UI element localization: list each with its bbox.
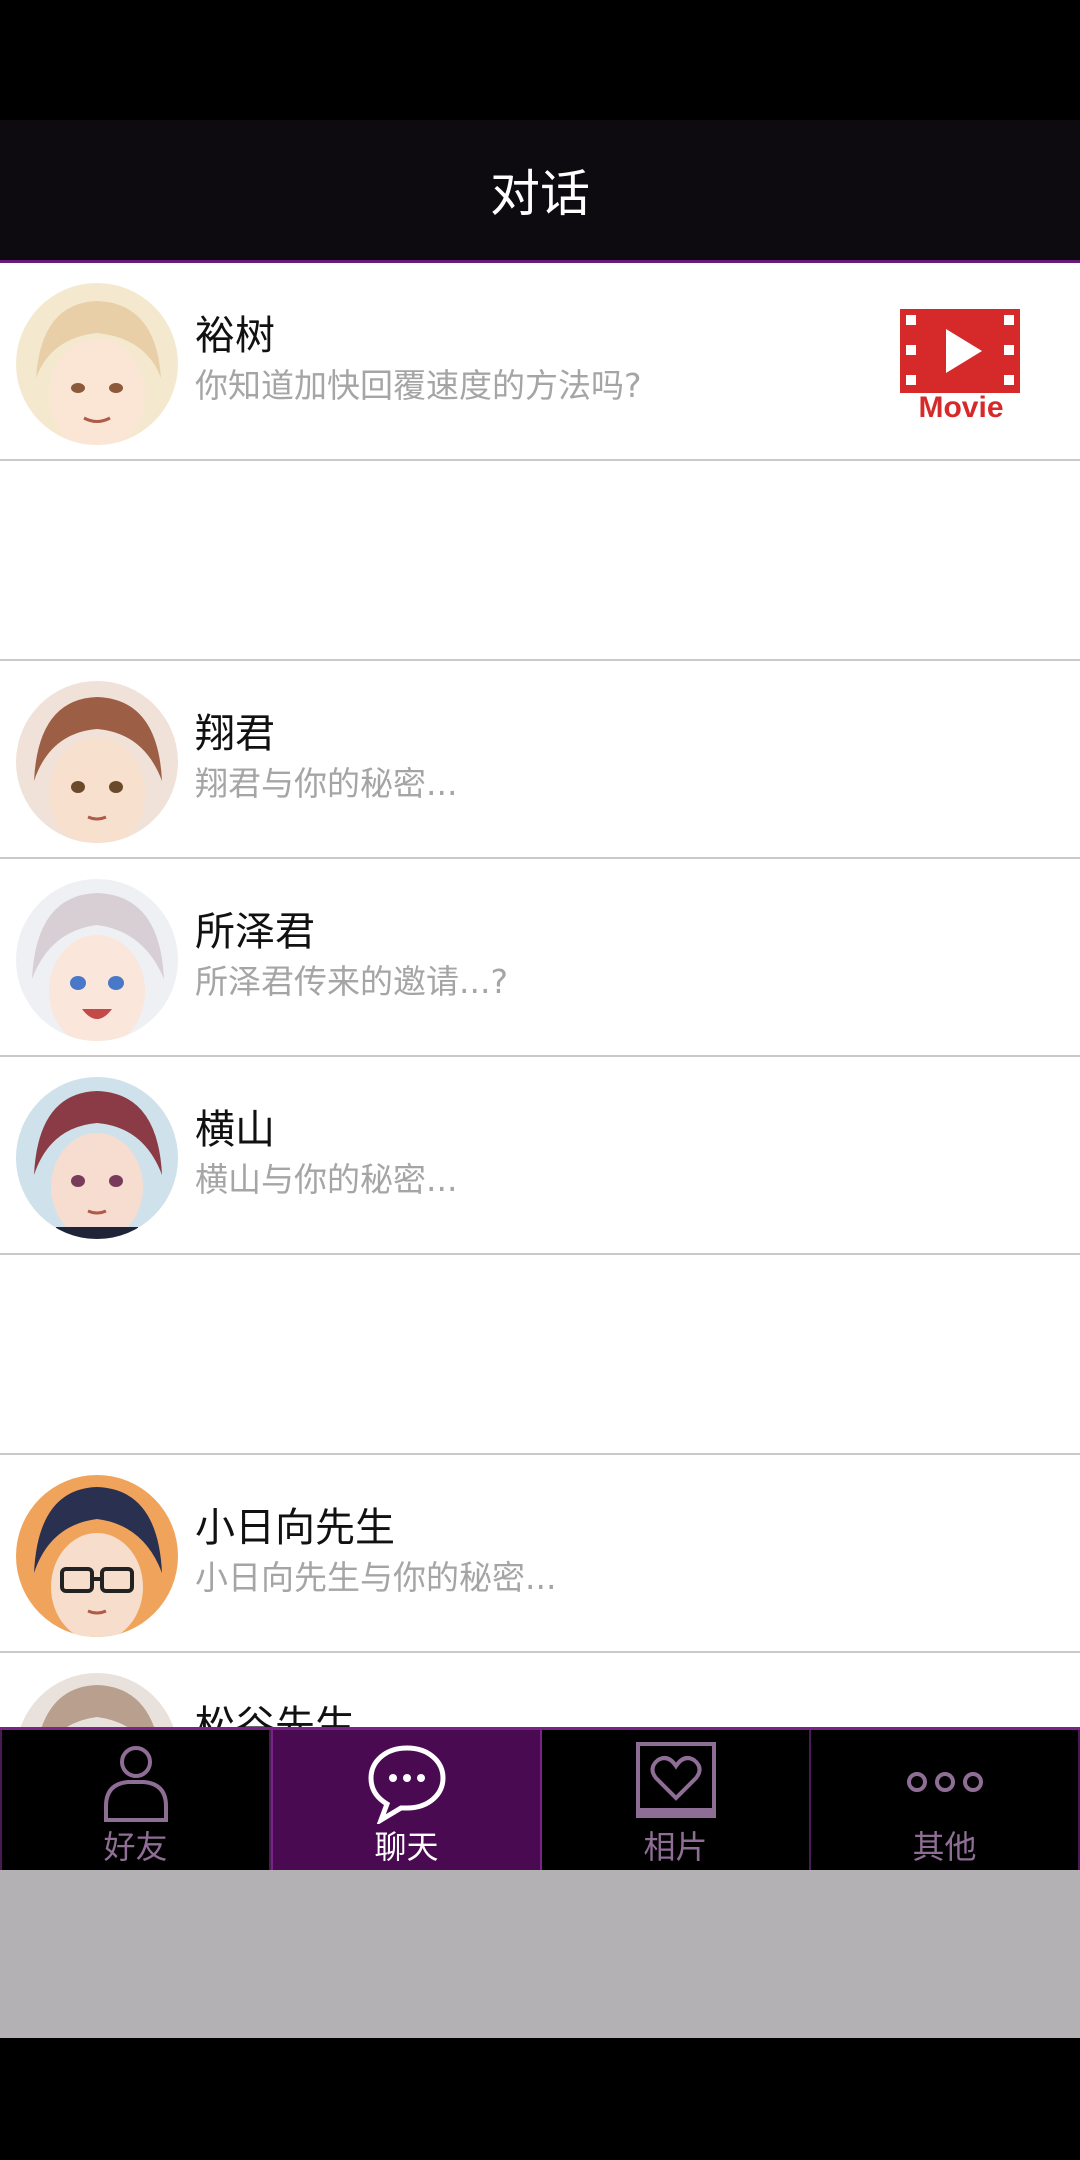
chat-row[interactable]: 横山 横山与你的秘密... [0,1057,1080,1255]
chat-name: 横山 [195,1107,275,1153]
chat-name: 所泽君 [195,909,315,955]
chat-preview: 翔君与你的秘密... [195,764,458,803]
avatar [16,681,178,843]
tab-more[interactable]: 其他 [811,1730,1080,1873]
tab-label: 聊天 [374,1828,439,1866]
chat-bubble-icon [367,1745,446,1824]
more-dots-icon [906,1772,983,1792]
tab-chat[interactable]: 聊天 [271,1730,542,1873]
avatar [16,1077,178,1239]
header: 对话 [0,120,1080,263]
movie-label: Movie [918,391,1004,424]
avatar [16,1475,178,1637]
ad-banner-area [0,1870,1080,2038]
chat-row[interactable]: 松谷先生 [0,1653,1080,1727]
empty-row [0,461,1080,661]
chat-name: 小日向先生 [195,1505,395,1551]
navigation-bar [0,2038,1080,2160]
tab-label: 好友 [103,1828,168,1866]
page-title: 对话 [490,165,590,223]
chat-preview: 你知道加快回覆速度的方法吗? [195,366,642,405]
heart-photo-icon [635,1742,716,1818]
movie-button[interactable]: Movie [898,305,1024,431]
avatar [16,1673,178,1727]
tab-photos[interactable]: 相片 [542,1730,811,1873]
avatar [16,879,178,1041]
chat-list[interactable]: 裕树 你知道加快回覆速度的方法吗? Movie 翔君 翔君与你的秘密... 所泽… [0,263,1080,1727]
chat-name: 松谷先生 [195,1703,355,1727]
tab-friends[interactable]: 好友 [0,1730,271,1873]
chat-preview: 小日向先生与你的秘密... [195,1558,557,1597]
tab-label: 其他 [912,1828,977,1866]
person-icon [103,1746,168,1822]
chat-name: 翔君 [195,711,275,757]
chat-row[interactable]: 翔君 翔君与你的秘密... [0,661,1080,859]
chat-preview: 横山与你的秘密... [195,1160,458,1199]
tab-bar: 好友 聊天 相片 其他 [0,1727,1080,1873]
tab-label: 相片 [643,1828,708,1866]
chat-preview: 所泽君传来的邀请...? [195,962,508,1001]
chat-row[interactable]: 所泽君 所泽君传来的邀请...? [0,859,1080,1057]
status-bar [0,0,1080,120]
empty-row [0,1255,1080,1455]
chat-row[interactable]: 小日向先生 小日向先生与你的秘密... [0,1455,1080,1653]
chat-name: 裕树 [195,313,275,359]
chat-row[interactable]: 裕树 你知道加快回覆速度的方法吗? Movie [0,263,1080,461]
avatar [16,283,178,445]
